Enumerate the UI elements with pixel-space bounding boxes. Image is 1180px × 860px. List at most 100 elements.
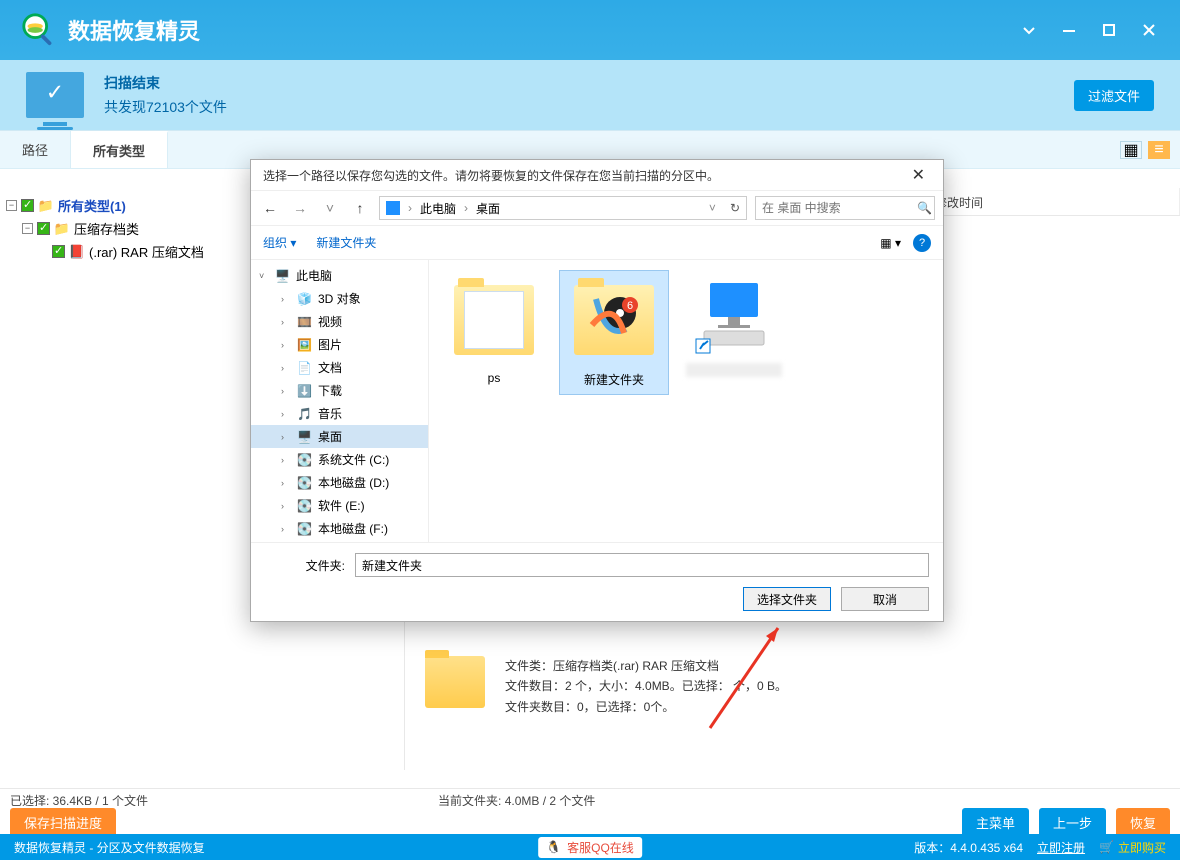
navtree-root[interactable]: ˅ 🖥️ 此电脑: [251, 264, 428, 287]
dialog-close-icon[interactable]: ✕: [906, 165, 931, 185]
address-bar[interactable]: › 此电脑 › 桌面 ˅ ↻: [379, 196, 747, 220]
drive-icon: [386, 201, 400, 215]
menu-dropdown-icon[interactable]: [1020, 21, 1038, 39]
breadcrumb-path[interactable]: 桌面: [476, 200, 500, 217]
chevron-icon[interactable]: ›: [281, 432, 291, 442]
navtree-item[interactable]: ›💽系统文件 (C:): [251, 448, 428, 471]
navtree-item[interactable]: ›📄文档: [251, 356, 428, 379]
chevron-icon[interactable]: ›: [281, 524, 291, 534]
detail-line: 文件夹数目：0，已选择：0个。: [505, 697, 787, 717]
prev-button[interactable]: 上一步: [1039, 808, 1106, 837]
chevron-icon[interactable]: ›: [281, 317, 291, 327]
list-view-icon[interactable]: ≡: [1148, 141, 1170, 159]
dialog-search[interactable]: 🔍: [755, 196, 935, 220]
navtree-item[interactable]: › 🧊 3D 对象: [251, 287, 428, 310]
save-progress-button[interactable]: 保存扫描进度: [10, 808, 116, 837]
new-folder-button[interactable]: 新建文件夹: [316, 234, 376, 251]
collapse-icon[interactable]: −: [22, 223, 33, 234]
folder-item-ps[interactable]: ps: [439, 270, 549, 392]
shortcut-item[interactable]: [679, 270, 789, 384]
qq-label: 客服QQ在线: [567, 839, 634, 856]
register-link[interactable]: 立即注册: [1037, 839, 1085, 856]
nav-back-icon[interactable]: ←: [259, 200, 281, 216]
tree-label: 所有类型(1): [58, 196, 126, 215]
navtree-item[interactable]: ›💽软件 (E:): [251, 494, 428, 517]
navtree-label: 文档: [318, 359, 342, 376]
navtree-label: 桌面: [318, 428, 342, 445]
folder-icon: [425, 656, 485, 708]
status-subtitle: 共发现72103个文件: [104, 97, 227, 117]
chevron-icon[interactable]: ›: [281, 294, 291, 304]
qq-icon: 🐧: [546, 840, 561, 854]
filter-button[interactable]: 过滤文件: [1074, 80, 1154, 111]
chevron-icon[interactable]: ›: [281, 363, 291, 373]
search-input[interactable]: [762, 201, 917, 215]
breadcrumb-sep: ›: [408, 201, 412, 215]
search-icon[interactable]: 🔍: [917, 201, 932, 215]
checkbox[interactable]: [52, 245, 65, 258]
navtree-item[interactable]: ›💽本地磁盘 (F:): [251, 517, 428, 540]
breadcrumb-root[interactable]: 此电脑: [420, 200, 456, 217]
qq-support[interactable]: 🐧 客服QQ在线: [538, 837, 642, 858]
close-icon[interactable]: [1140, 21, 1158, 39]
tab-types[interactable]: 所有类型: [71, 131, 168, 168]
organize-menu[interactable]: 组织 ▾: [263, 234, 296, 251]
checkbox[interactable]: [37, 222, 50, 235]
dialog-title: 选择一个路径以保存您勾选的文件。请勿将要恢复的文件保存在您当前扫描的分区中。: [263, 167, 719, 184]
dialog-content: ps 6 新建文件夹: [429, 260, 943, 542]
folder-item-new[interactable]: 6 新建文件夹: [559, 270, 669, 395]
drive-icon: 💽: [297, 522, 312, 536]
chevron-icon[interactable]: ›: [281, 478, 291, 488]
navtree-label: 软件 (E:): [318, 497, 365, 514]
svg-text:6: 6: [627, 300, 633, 312]
current-label: 当前文件夹: 4.0MB / 2 个文件: [438, 792, 595, 807]
navtree-label: 此电脑: [296, 267, 332, 284]
navtree-item[interactable]: ›🖼️图片: [251, 333, 428, 356]
3d-icon: 🧊: [297, 292, 312, 306]
cancel-button[interactable]: 取消: [841, 587, 929, 611]
maximize-icon[interactable]: [1100, 21, 1118, 39]
item-label: [686, 363, 782, 377]
grid-view-icon[interactable]: ▦: [1120, 141, 1142, 159]
navtree-label: 3D 对象: [318, 290, 361, 307]
navtree-item[interactable]: ›💽本地磁盘 (D:): [251, 471, 428, 494]
breadcrumb-sep: ›: [464, 201, 468, 215]
nav-up-icon[interactable]: ↑: [349, 200, 371, 216]
minimize-icon[interactable]: [1060, 21, 1078, 39]
navtree-item[interactable]: ›⬇️下载: [251, 379, 428, 402]
chevron-down-icon[interactable]: ˅: [259, 271, 269, 281]
chevron-icon[interactable]: ›: [281, 340, 291, 350]
tree-label: (.rar) RAR 压缩文档: [89, 242, 204, 261]
nav-forward-icon[interactable]: →: [289, 200, 311, 216]
nav-dropdown-icon[interactable]: ˅: [319, 200, 341, 216]
buy-link[interactable]: 🛒 立即购买: [1099, 839, 1166, 856]
collapse-icon[interactable]: −: [6, 200, 17, 211]
dialog-body: ˅ 🖥️ 此电脑 ›🧊3D 对象 ›🎞️视频 ›🖼️图片 ›📄文档 ›⬇️下载 …: [251, 260, 943, 542]
main-menu-button[interactable]: 主菜单: [962, 808, 1029, 837]
checkbox[interactable]: [21, 199, 34, 212]
chevron-icon[interactable]: ›: [281, 409, 291, 419]
chevron-icon[interactable]: ›: [281, 501, 291, 511]
view-switcher: ▦ ≡: [1120, 131, 1180, 168]
refresh-icon[interactable]: ↻: [730, 201, 740, 215]
recover-button[interactable]: 恢复: [1116, 808, 1170, 837]
select-folder-button[interactable]: 选择文件夹: [743, 587, 831, 611]
chevron-icon[interactable]: ›: [281, 455, 291, 465]
tab-path[interactable]: 路径: [0, 131, 71, 168]
folder-label: 文件夹:: [265, 557, 345, 574]
item-label: 新建文件夹: [566, 371, 662, 388]
col-time[interactable]: 修改时间: [925, 188, 1180, 215]
version-label: 版本：4.4.0.435 x64: [914, 839, 1023, 856]
navtree-item-desktop[interactable]: ›🖥️桌面: [251, 425, 428, 448]
pc-icon: 🖥️: [275, 269, 290, 283]
folder-input[interactable]: [355, 553, 929, 577]
navtree-item[interactable]: ›🎞️视频: [251, 310, 428, 333]
chevron-icon[interactable]: ›: [281, 386, 291, 396]
dialog-footer: 文件夹: 选择文件夹 取消: [251, 542, 943, 621]
addr-dropdown-icon[interactable]: ˅: [709, 201, 716, 215]
navtree-item[interactable]: ›🎵音乐: [251, 402, 428, 425]
help-icon[interactable]: ?: [913, 234, 931, 252]
logo-icon: [20, 11, 58, 49]
view-menu-icon[interactable]: ▦ ▾: [880, 236, 901, 250]
navtree-label: 下载: [318, 382, 342, 399]
